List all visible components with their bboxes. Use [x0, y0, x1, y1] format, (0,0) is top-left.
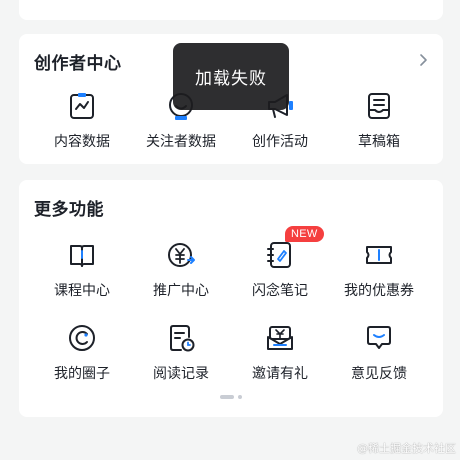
reading-history-icon — [170, 325, 195, 352]
feature-item-coupons[interactable]: 我的优惠券 — [326, 240, 432, 300]
creator-item-label: 关注者数据 — [146, 134, 216, 150]
more-features-card: 更多功能 课程中心 推广中心 闪念笔记 NEW 我的优惠券 我的圈子 阅读记录 … — [19, 180, 443, 417]
feature-item-label: 意见反馈 — [351, 366, 407, 382]
feedback-icon — [367, 326, 391, 349]
feature-item-my-circles[interactable]: 我的圈子 — [29, 323, 135, 383]
feature-item-label: 推广中心 — [153, 283, 209, 299]
feature-item-promotion[interactable]: 推广中心 — [128, 240, 234, 300]
feature-item-label: 阅读记录 — [153, 366, 209, 382]
creator-center-title: 创作者中心 — [34, 54, 122, 74]
feature-item-invite-rewards[interactable]: 邀请有礼 — [227, 323, 333, 383]
error-toast: 加载失败 — [173, 43, 289, 110]
top-card — [19, 0, 443, 20]
feature-item-reading-history[interactable]: 阅读记录 — [128, 323, 234, 383]
feature-item-label: 我的圈子 — [54, 366, 110, 382]
feature-item-label: 课程中心 — [54, 283, 110, 299]
feature-item-feedback[interactable]: 意见反馈 — [326, 323, 432, 383]
notebook-icon — [267, 242, 291, 268]
creator-item-label: 内容数据 — [54, 134, 110, 150]
feature-item-courses[interactable]: 课程中心 — [29, 240, 135, 300]
feature-item-flash-notes[interactable]: 闪念笔记 — [227, 240, 333, 300]
page-dot — [238, 395, 242, 399]
gift-box-icon — [267, 326, 293, 350]
book-icon — [70, 245, 94, 267]
page-dot-active — [220, 395, 234, 399]
chevron-right-icon[interactable] — [417, 49, 431, 71]
creator-item-content-data[interactable]: 内容数据 — [29, 91, 135, 151]
feature-item-label: 闪念笔记 — [252, 283, 308, 299]
chart-doc-icon — [70, 93, 94, 119]
page-indicator — [220, 395, 242, 399]
feature-item-label: 我的优惠券 — [344, 283, 414, 299]
creator-item-label: 草稿箱 — [358, 134, 400, 150]
feature-item-label: 邀请有礼 — [252, 366, 308, 382]
watermark: @稀土掘金技术社区 — [357, 442, 456, 455]
new-badge: NEW — [285, 226, 324, 242]
circle-icon — [69, 325, 95, 351]
creator-item-label: 创作活动 — [252, 134, 308, 150]
more-features-title: 更多功能 — [34, 200, 104, 220]
creator-item-drafts[interactable]: 草稿箱 — [326, 91, 432, 151]
yuan-share-icon — [168, 243, 195, 267]
coupon-icon — [366, 246, 392, 264]
drafts-tray-icon — [368, 93, 390, 119]
